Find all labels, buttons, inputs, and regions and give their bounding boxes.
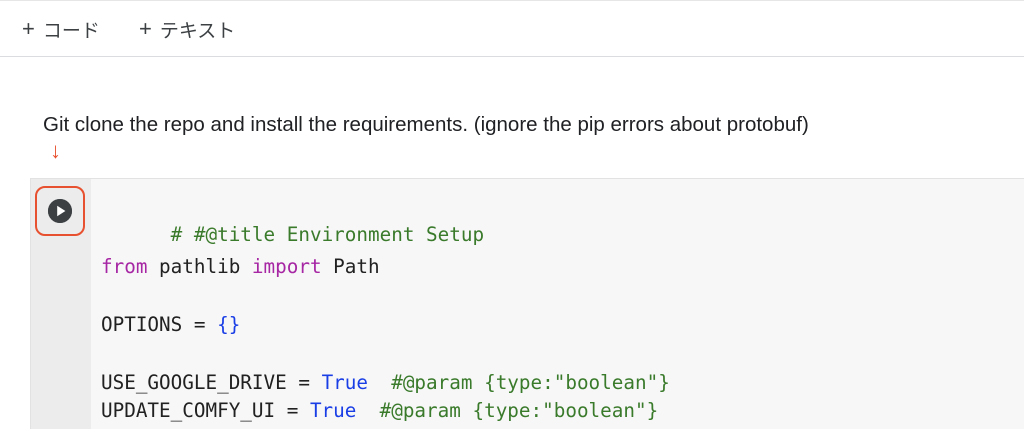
code-text: USE_GOOGLE_DRIVE = <box>101 371 322 394</box>
code-line-3: OPTIONS = {} <box>101 312 240 338</box>
add-text-button[interactable]: + テキスト <box>139 16 235 42</box>
code-line-2: from pathlib import Path <box>101 254 380 280</box>
code-line-1: # #@title Environment Setup <box>101 196 484 246</box>
run-cell-button[interactable] <box>48 199 72 223</box>
code-text: UPDATE_COMFY_UI = <box>101 399 310 422</box>
add-code-button[interactable]: + コード <box>22 16 100 42</box>
arrow-down-icon: ↓ <box>50 138 61 163</box>
cell-gutter <box>31 179 91 429</box>
add-code-label: コード <box>42 20 100 42</box>
markdown-cell-text: Git clone the repo and install the requi… <box>43 113 809 136</box>
code-text: pathlib <box>147 255 252 278</box>
code-constant: True <box>321 371 368 394</box>
code-text: Path <box>321 255 380 278</box>
add-text-label: テキスト <box>159 20 236 42</box>
code-comment: #@param {type:"boolean"} <box>356 399 659 422</box>
code-keyword: from <box>101 255 148 278</box>
code-text: OPTIONS = <box>101 313 218 336</box>
code-cell[interactable]: # #@title Environment Setup from pathlib… <box>30 178 1024 429</box>
code-line-5: UPDATE_COMFY_UI = True #@param {type:"bo… <box>101 398 658 424</box>
code-comment: #@param {type:"boolean"} <box>368 371 670 394</box>
play-icon <box>48 199 72 223</box>
code-constant: True <box>309 399 357 422</box>
code-braces: {} <box>217 313 241 336</box>
notebook-toolbar: + コード + テキスト <box>0 0 1024 57</box>
plus-icon: + <box>22 16 35 41</box>
code-comment: # #@title Environment Setup <box>170 223 485 246</box>
code-keyword: import <box>251 255 322 278</box>
plus-icon: + <box>139 16 152 41</box>
code-line-4: USE_GOOGLE_DRIVE = True #@param {type:"b… <box>101 370 670 396</box>
